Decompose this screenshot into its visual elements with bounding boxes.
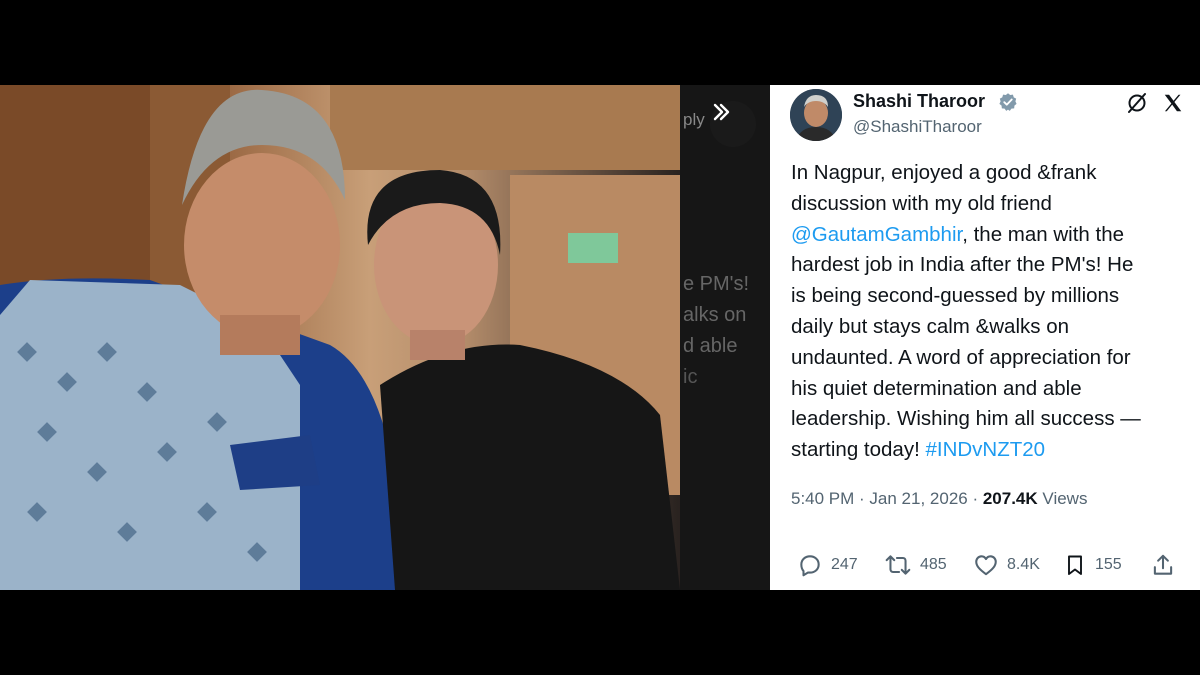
tweet-text: In Nagpur, enjoyed a good &frank discuss…	[791, 158, 1186, 466]
views-label: Views	[1042, 489, 1088, 508]
reply-count: 247	[831, 556, 858, 573]
share-icon	[1153, 554, 1173, 575]
overlay-text-1: ply	[683, 110, 705, 129]
author-handle[interactable]: @ShashiTharoor	[853, 117, 982, 137]
repost-icon	[885, 555, 911, 575]
tweet-text-part1: In Nagpur, enjoyed a good &frank discuss…	[791, 161, 1097, 215]
tweet-photo[interactable]: ply e PM's! alks on d able ic	[0, 85, 770, 590]
avatar-image	[790, 89, 842, 141]
bookmark-icon	[1068, 555, 1082, 575]
tweet-actions: 247 485 8.4K 155	[790, 552, 1190, 582]
photo-illustration: ply e PM's! alks on d able ic	[0, 85, 770, 590]
mention-link[interactable]: @GautamGambhir	[791, 223, 962, 246]
bookmark-button[interactable]: 155	[1063, 552, 1122, 578]
repost-button[interactable]: 485	[884, 552, 947, 578]
hashtag-link[interactable]: #INDvNZT20	[925, 438, 1045, 461]
tweet-meta: 5:40 PM · Jan 21, 2026 · 207.4K Views	[791, 489, 1088, 508]
next-image-button[interactable]	[710, 101, 756, 147]
tweet-panel: Shashi Tharoor @ShashiTharoor In Nagpur,…	[770, 85, 1200, 590]
grok-icon[interactable]	[1125, 91, 1149, 115]
tweet-text-part2: , the man with the hardest job in India …	[791, 222, 1141, 462]
share-button[interactable]	[1150, 552, 1176, 578]
like-button[interactable]: 8.4K	[973, 552, 1040, 578]
verified-badge-icon	[999, 93, 1017, 111]
x-logo-icon[interactable]	[1162, 92, 1184, 114]
reply-icon	[800, 555, 820, 577]
repost-count: 485	[920, 556, 947, 573]
reply-button[interactable]: 247	[797, 552, 858, 578]
author-name[interactable]: Shashi Tharoor	[853, 91, 985, 112]
heart-icon	[975, 555, 997, 576]
top-letterbox	[0, 0, 1200, 85]
bookmark-count: 155	[1095, 556, 1122, 573]
overlay-text-2: e PM's!	[683, 273, 749, 295]
bottom-letterbox	[0, 590, 1200, 675]
like-count: 8.4K	[1007, 556, 1040, 573]
tweet-time[interactable]: 5:40 PM	[791, 489, 854, 508]
overlay-text-4: d able	[683, 335, 738, 357]
views-count: 207.4K	[982, 489, 1038, 508]
overlay-text-5: ic	[683, 366, 697, 388]
chevron-double-right-icon	[713, 103, 730, 121]
overlay-text-3: alks on	[683, 304, 746, 326]
avatar[interactable]	[790, 89, 842, 141]
tweet-date[interactable]: Jan 21, 2026	[869, 489, 967, 508]
